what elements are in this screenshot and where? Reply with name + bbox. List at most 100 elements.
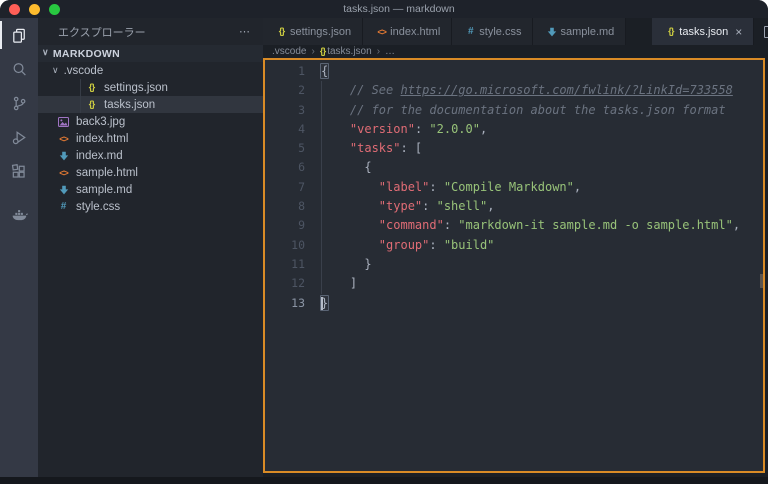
code-token: , bbox=[732, 218, 741, 233]
code-token: // See bbox=[349, 83, 401, 98]
activity-item-source-control[interactable] bbox=[0, 86, 38, 120]
tab-tasks.json[interactable]: {} tasks.json × bbox=[652, 18, 755, 45]
file-style.css[interactable]: # style.css bbox=[38, 198, 263, 215]
explorer-more-actions-button[interactable]: ⋯ bbox=[239, 25, 251, 38]
code-token: "build" bbox=[443, 237, 495, 252]
file-index.md[interactable]: index.md bbox=[38, 147, 263, 164]
code-line-5[interactable]: 5 "tasks": [ bbox=[265, 139, 763, 158]
line-number: 5 bbox=[298, 141, 305, 156]
code-line-3[interactable]: 3 // for the documentation about the tas… bbox=[265, 101, 763, 120]
code-line-7[interactable]: 7 "label": "Compile Markdown", bbox=[265, 178, 763, 197]
tab-label: tasks.json bbox=[679, 25, 729, 38]
tab-style.css[interactable]: # style.css bbox=[452, 18, 534, 45]
breadcrumb-item[interactable]: … bbox=[385, 46, 395, 57]
run-debug-icon bbox=[10, 128, 29, 147]
code-line-4[interactable]: 4 "version": "2.0.0", bbox=[265, 120, 763, 139]
file-index.html[interactable]: <> index.html bbox=[38, 130, 263, 147]
code-token: "label" bbox=[378, 179, 430, 194]
code-line-2[interactable]: 2 // See https://go.microsoft.com/fwlink… bbox=[265, 81, 763, 100]
activity-item-search[interactable] bbox=[0, 52, 38, 86]
file-settings.json[interactable]: {} settings.json bbox=[38, 79, 263, 96]
code-token: "2.0.0" bbox=[429, 121, 480, 136]
code-token: "Compile Markdown" bbox=[443, 179, 574, 194]
markdown-file-icon bbox=[56, 151, 71, 161]
breadcrumb[interactable]: .vscode ›{} tasks.json ›… bbox=[263, 45, 768, 58]
section-label: MARKDOWN bbox=[52, 47, 121, 60]
activity-item-run-debug[interactable] bbox=[0, 120, 38, 154]
code-token: { bbox=[320, 63, 330, 79]
minimize-window-button[interactable] bbox=[29, 4, 40, 15]
code-token: } bbox=[320, 294, 330, 311]
code-token: , bbox=[573, 179, 582, 194]
line-content: { bbox=[305, 158, 372, 177]
docker-icon bbox=[10, 204, 29, 223]
sidebar-explorer: エクスプローラー ⋯ ∨ MARKDOWN ∨ .vscode {} settings… bbox=[38, 18, 263, 477]
code-token: : bbox=[414, 121, 430, 136]
code-line-8[interactable]: 8 "type": "shell", bbox=[265, 197, 763, 216]
json-file-icon: {} bbox=[88, 99, 95, 110]
split-editor-icon[interactable] bbox=[764, 25, 768, 38]
code-token: "shell" bbox=[436, 199, 488, 214]
code-line-12[interactable]: 12 ] bbox=[265, 274, 763, 293]
code-token: "markdown-it sample.md -o sample.html" bbox=[458, 218, 733, 233]
code-line-11[interactable]: 11 } bbox=[265, 255, 763, 274]
code-line-13[interactable]: 13} bbox=[265, 294, 763, 313]
breadcrumb-label: tasks.json bbox=[327, 46, 372, 57]
code-line-10[interactable]: 10 "group": "build" bbox=[265, 236, 763, 255]
tree-item-label: index.md bbox=[76, 149, 123, 162]
line-content: ] bbox=[305, 274, 357, 293]
close-window-button[interactable] bbox=[9, 4, 20, 15]
section-header-markdown[interactable]: ∨ MARKDOWN bbox=[38, 45, 263, 62]
chevron-down-icon: ∨ bbox=[42, 47, 49, 57]
line-number: 7 bbox=[298, 179, 305, 194]
breadcrumb-label: .vscode bbox=[272, 46, 307, 57]
tab-sample.md[interactable]: sample.md bbox=[533, 18, 627, 45]
markdown-file-icon bbox=[56, 185, 71, 195]
code-token: ] bbox=[349, 276, 358, 291]
file-tasks.json[interactable]: {} tasks.json bbox=[38, 96, 263, 113]
css-file-icon: # bbox=[468, 26, 474, 37]
activity-item-explorer[interactable] bbox=[0, 18, 38, 52]
file-tree: ∨ .vscode {} settings.json {} tasks.json back3… bbox=[38, 62, 263, 477]
breadcrumb-item[interactable]: {} tasks.json bbox=[320, 46, 372, 57]
folder-.vscode[interactable]: ∨ .vscode bbox=[38, 62, 263, 79]
code-token: : bbox=[429, 237, 444, 252]
activity-item-extensions[interactable] bbox=[0, 154, 38, 188]
line-number: 2 bbox=[298, 83, 305, 98]
code-line-1[interactable]: 1{ bbox=[265, 62, 763, 81]
editor-group: {} settings.json <> index.html # style.css sam… bbox=[263, 18, 768, 477]
line-content: "type": "shell", bbox=[305, 197, 495, 216]
html-file-icon: <> bbox=[59, 167, 69, 178]
code-token: { bbox=[364, 160, 372, 175]
line-number: 8 bbox=[298, 199, 305, 214]
tab-index.html[interactable]: <> index.html bbox=[363, 18, 453, 45]
json-file-icon: {} bbox=[668, 26, 674, 37]
window-bottom-edge bbox=[0, 477, 768, 484]
tree-item-label: index.html bbox=[76, 132, 129, 145]
css-file-icon: # bbox=[60, 201, 67, 212]
tab-settings.json[interactable]: {} settings.json bbox=[263, 18, 364, 45]
code-token: "type" bbox=[378, 199, 423, 214]
file-sample.html[interactable]: <> sample.html bbox=[38, 164, 263, 181]
html-file-icon: <> bbox=[377, 26, 387, 37]
line-number: 10 bbox=[291, 237, 305, 252]
close-tab-icon[interactable]: × bbox=[735, 26, 742, 38]
tree-item-label: sample.md bbox=[76, 183, 133, 196]
file-back3.jpg[interactable]: back3.jpg bbox=[38, 113, 263, 130]
code-line-9[interactable]: 9 "command": "markdown-it sample.md -o s… bbox=[265, 216, 763, 235]
breadcrumb-item[interactable]: .vscode bbox=[272, 46, 306, 57]
line-number: 9 bbox=[298, 218, 305, 233]
activity-bar bbox=[0, 18, 38, 477]
file-sample.md[interactable]: sample.md bbox=[38, 181, 263, 198]
code-token: : bbox=[422, 199, 437, 214]
breadcrumb-label: … bbox=[385, 46, 396, 57]
activity-item-docker[interactable] bbox=[0, 196, 38, 230]
sidebar-title: エクスプローラー bbox=[58, 26, 146, 39]
line-content: "group": "build" bbox=[305, 236, 495, 255]
zoom-window-button[interactable] bbox=[49, 4, 60, 15]
line-number: 13 bbox=[291, 295, 305, 310]
editor-pane[interactable]: 1{2 // See https://go.microsoft.com/fwli… bbox=[263, 58, 765, 473]
comment-link[interactable]: https://go.microsoft.com/fwlink/?LinkId=… bbox=[400, 83, 732, 97]
code-line-6[interactable]: 6 { bbox=[265, 158, 763, 177]
tree-item-label: back3.jpg bbox=[76, 115, 126, 128]
